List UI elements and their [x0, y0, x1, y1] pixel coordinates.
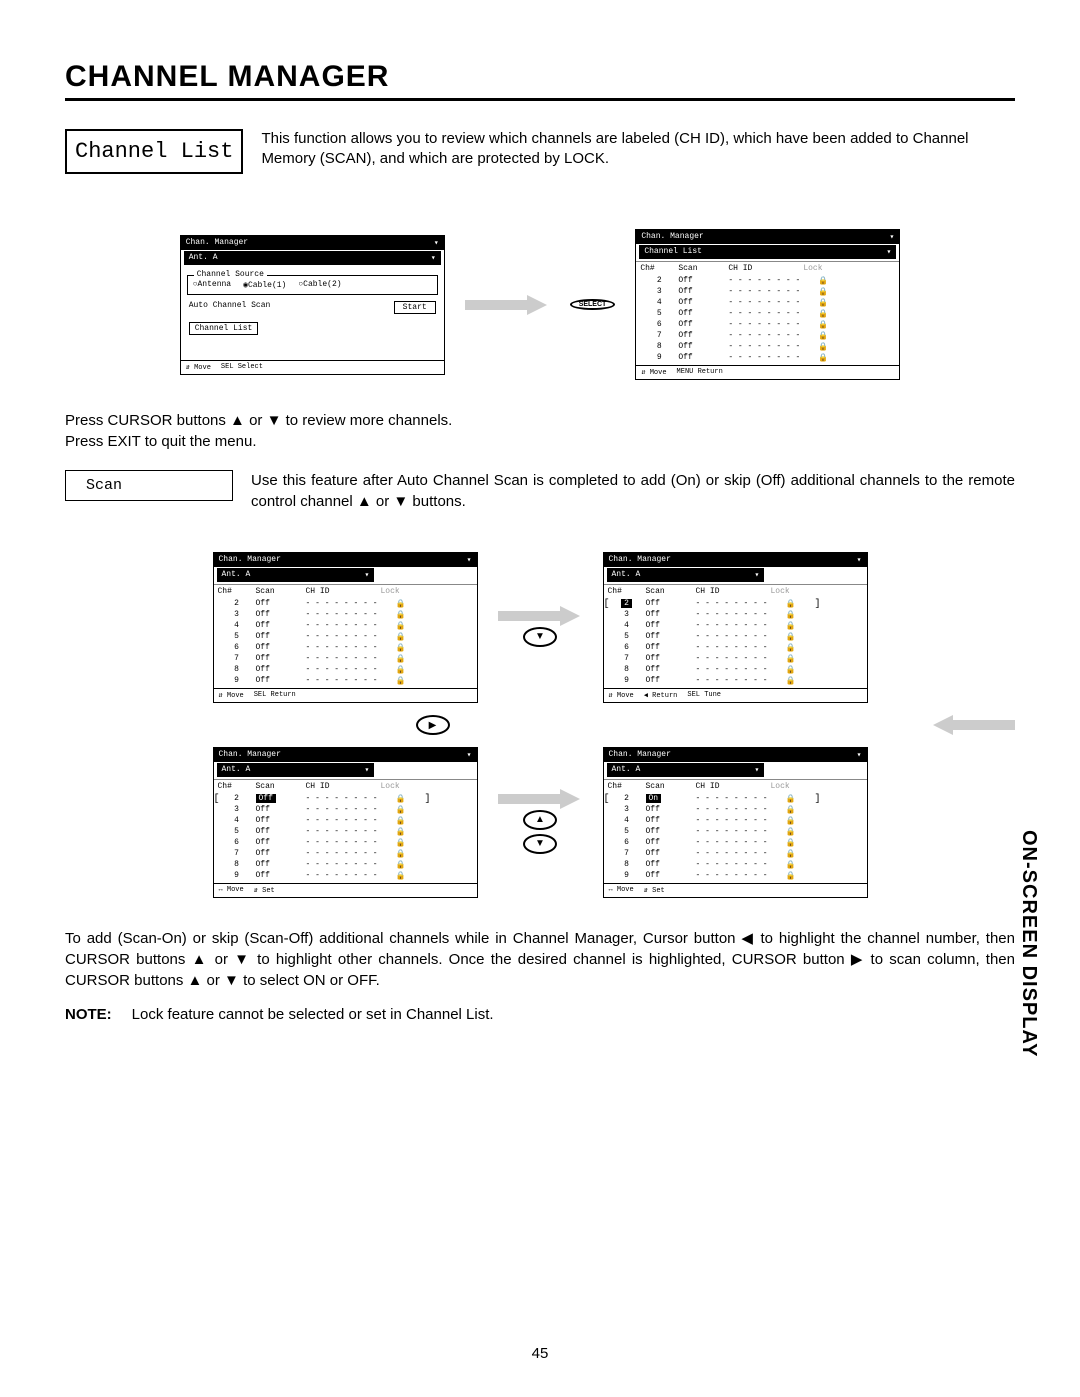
arrow-right-1 [465, 296, 550, 314]
section-label-box: Channel List [65, 129, 243, 174]
remote-right-icon: ▶ [416, 715, 450, 735]
section-label-text: Channel List [75, 139, 233, 164]
remote-down-icon: ▼ [523, 627, 557, 647]
arrow-left-connector [815, 716, 1015, 734]
mid-instructions: Press CURSOR buttons ▲ or ▼ to review mo… [65, 410, 1015, 452]
osd-list-c: Chan. Manager▾ Ant. A▾ Ch#ScanCH IDLock … [213, 747, 478, 898]
page-number: 45 [532, 1345, 549, 1362]
remote-down-icon-2: ▼ [523, 834, 557, 854]
arrow-right-3 [498, 790, 583, 808]
channel-table-1: 2Off- - - - - - - -🔒 3Off- - - - - - - -… [636, 275, 899, 365]
scan-text: Use this feature after Auto Channel Scan… [251, 470, 1015, 512]
intro-text: This function allows you to review which… [261, 129, 1015, 170]
osd-channel-list: Chan. Manager▾ Channel List▾ Ch#ScanCH I… [635, 229, 900, 380]
select-button-icon: SELECT [570, 299, 616, 310]
note-row: NOTE: Lock feature cannot be selected or… [65, 1006, 1015, 1023]
arrow-right-2 [498, 607, 583, 625]
note-text: Lock feature cannot be selected or set i… [132, 1006, 494, 1023]
osd-chan-manager-source: Chan. Manager▾ Ant. A▾ Channel Source ○A… [180, 235, 445, 375]
note-label: NOTE: [65, 1006, 112, 1023]
scan-label-box: Scan [65, 470, 233, 501]
remote-up-icon: ▲ [523, 810, 557, 830]
page-title: CHANNEL MANAGER [65, 60, 1015, 101]
osd-list-a: Chan. Manager▾ Ant. A▾ Ch#ScanCH IDLock … [213, 552, 478, 703]
bottom-instructions: To add (Scan-On) or skip (Scan-Off) addi… [65, 928, 1015, 991]
osd-list-d: Chan. Manager▾ Ant. A▾ Ch#ScanCH IDLock … [603, 747, 868, 898]
side-tab: ON-SCREEN DISPLAY [1017, 830, 1040, 1057]
osd-list-b: Chan. Manager▾ Ant. A▾ Ch#ScanCH IDLock … [603, 552, 868, 703]
